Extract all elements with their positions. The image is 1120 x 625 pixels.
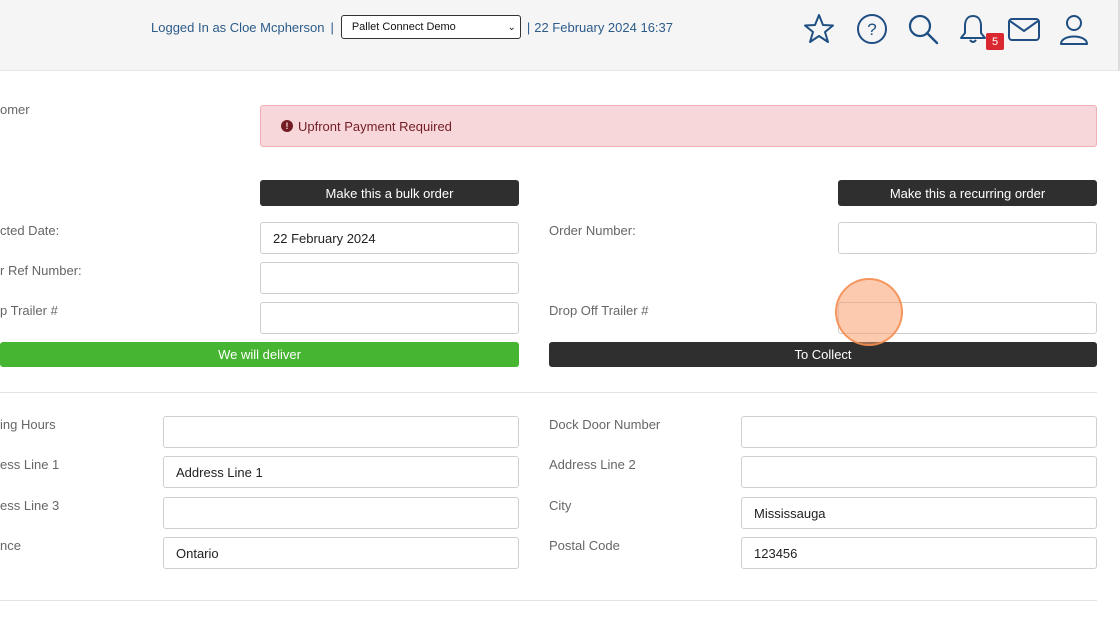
alert-text: Upfront Payment Required [298,118,452,134]
address-line3-field[interactable] [163,497,519,529]
login-info: Logged In as Cloe Mcpherson | Pallet Con… [151,15,673,39]
separator: | [526,19,531,35]
we-will-deliver-button[interactable]: We will deliver [0,342,519,367]
province-value: Ontario [176,545,219,561]
search-icon[interactable] [906,12,940,46]
dropoff-trailer-field[interactable] [838,302,1097,334]
city-field[interactable]: Mississauga [741,497,1097,529]
city-value: Mississauga [754,505,826,521]
dock-door-label: Dock Door Number [549,417,661,432]
pickup-trailer-label: p Trailer # [0,303,58,318]
opening-hours-label: ing Hours [0,417,56,432]
address-line2-label: Address Line 2 [549,457,636,472]
section-divider [0,392,1097,393]
bell-icon[interactable] [956,12,990,46]
dock-door-field[interactable] [741,416,1097,448]
mail-icon[interactable] [1007,12,1041,46]
city-label: City [549,498,572,513]
separator: | [330,19,334,35]
customer-label: omer [0,102,30,117]
recurring-order-button[interactable]: Make this a recurring order [838,180,1097,206]
company-select[interactable]: Pallet Connect Demo ⌄ [340,15,521,39]
bottom-divider [0,600,1097,601]
postal-code-label: Postal Code [549,538,620,553]
svg-text:?: ? [867,20,876,39]
order-number-label: Order Number: [549,223,636,238]
collected-date-field[interactable]: 22 February 2024 [260,222,519,254]
bulk-order-button[interactable]: Make this a bulk order [260,180,519,206]
user-icon[interactable] [1057,12,1091,46]
order-number-field[interactable] [838,222,1097,254]
star-icon[interactable] [802,12,836,46]
collected-date-value: 22 February 2024 [273,230,376,246]
notification-badge: 5 [986,33,1004,50]
postal-code-value: 123456 [754,545,798,561]
opening-hours-field[interactable] [163,416,519,448]
chevron-down-icon: ⌄ [507,21,516,33]
logged-in-text: Logged In as Cloe Mcpherson [151,19,325,35]
address-line2-field[interactable] [741,456,1097,488]
address-line1-value: Address Line 1 [176,464,263,480]
pickup-trailer-field[interactable] [260,302,519,334]
province-label: nce [0,538,21,553]
customer-ref-field[interactable] [260,262,519,294]
address-line1-field[interactable]: Address Line 1 [163,456,519,488]
collected-date-label: cted Date: [0,223,60,238]
dropoff-trailer-label: Drop Off Trailer # [549,303,649,318]
customer-ref-label: r Ref Number: [0,263,82,278]
address-line1-label: ess Line 1 [0,457,60,472]
company-select-value: Pallet Connect Demo [351,21,456,33]
help-icon[interactable]: ? [855,12,889,46]
top-header-bar: Logged In as Cloe Mcpherson | Pallet Con… [0,0,1120,71]
exclamation-icon: ! [281,120,293,132]
province-field[interactable]: Ontario [163,537,519,569]
current-datetime: 22 February 2024 16:37 [534,19,674,35]
upfront-payment-alert: ! Upfront Payment Required [260,105,1097,147]
to-collect-button[interactable]: To Collect [549,342,1097,367]
address-line3-label: ess Line 3 [0,498,60,513]
postal-code-field[interactable]: 123456 [741,537,1097,569]
